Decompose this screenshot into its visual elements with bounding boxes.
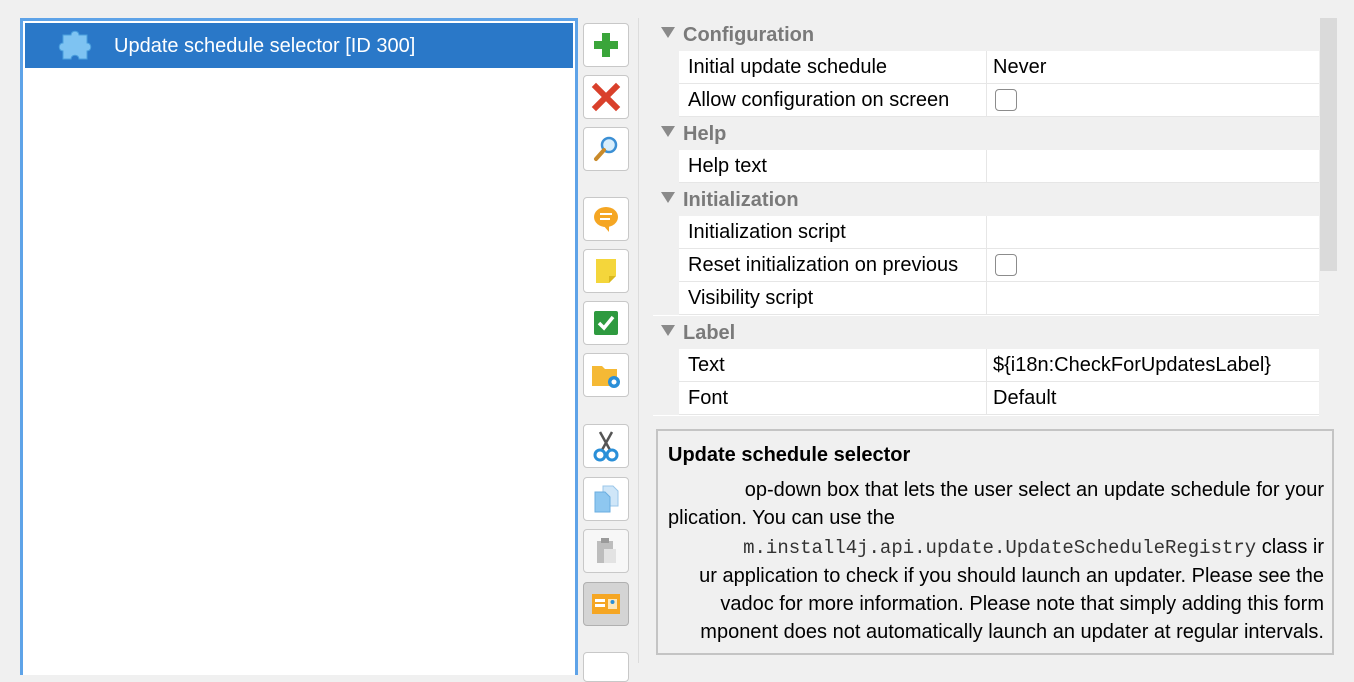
property-name: Font: [688, 387, 729, 409]
property-value-cell[interactable]: [987, 216, 1319, 249]
property-name: Visibility script: [688, 287, 814, 309]
property-name: Allow configuration on screen: [688, 89, 950, 111]
copy-icon: [594, 485, 619, 513]
property-value: Default: [993, 387, 1057, 409]
property-value-cell[interactable]: Default: [987, 382, 1319, 415]
scrollbar-thumb[interactable]: [1320, 18, 1337, 271]
property-value-cell[interactable]: Never: [987, 51, 1319, 84]
add-button[interactable]: [583, 23, 629, 67]
description-line: op-down box that lets the user select an…: [744, 479, 1324, 501]
toolbar-button-more[interactable]: [583, 652, 629, 682]
category-label: Help: [683, 123, 727, 145]
speech-bubble-icon: [594, 207, 618, 232]
category-label: Initialization: [683, 189, 799, 211]
check-button[interactable]: [583, 301, 629, 345]
category-help[interactable]: Help: [653, 117, 1319, 150]
screen-list[interactable]: Update schedule selector [ID 300]: [20, 18, 578, 675]
property-name: Reset initialization on previous: [688, 254, 959, 276]
property-row-font[interactable]: Font Default: [653, 382, 1319, 415]
description-pane: Update schedule selector op-down box tha…: [656, 429, 1334, 655]
search-button[interactable]: [583, 127, 629, 171]
property-name: Help text: [688, 155, 767, 177]
list-item-update-schedule-selector[interactable]: Update schedule selector [ID 300]: [25, 23, 573, 68]
collapse-triangle-icon[interactable]: [661, 192, 675, 203]
puzzle-piece-icon: [58, 30, 92, 60]
property-table: Configuration Initial update schedule Ne…: [653, 18, 1319, 416]
description-code: m.install4j.api.update.UpdateScheduleReg…: [743, 537, 1257, 559]
clipboard-icon: [597, 538, 616, 563]
property-row-visibility-script[interactable]: Visibility script: [653, 282, 1319, 315]
description-line: vadoc for more information. Please note …: [720, 593, 1324, 615]
allow-configuration-checkbox[interactable]: [995, 89, 1017, 111]
panel-divider: [638, 18, 639, 663]
copy-button[interactable]: [583, 477, 629, 521]
comment-button[interactable]: [583, 197, 629, 241]
description-text: class ir: [1256, 536, 1324, 558]
property-table-scrollbar[interactable]: [1320, 18, 1337, 416]
note-button[interactable]: [583, 249, 629, 293]
form-preview-icon: [592, 594, 620, 614]
folder-gear-icon: [592, 366, 620, 388]
description-line: mponent does not automatically launch an…: [700, 621, 1324, 643]
category-label-section[interactable]: Label: [653, 316, 1319, 349]
description-line: plication. You can use the: [668, 507, 895, 529]
category-label: Configuration: [683, 24, 815, 46]
magnifier-icon: [594, 136, 618, 161]
property-name: Initial update schedule: [688, 56, 888, 78]
property-name: Initialization script: [688, 221, 846, 243]
list-item-label: Update schedule selector [ID 300]: [114, 35, 416, 57]
description-line: m.install4j.api.update.UpdateScheduleReg…: [743, 536, 1324, 559]
property-name: Text: [688, 354, 725, 376]
scissors-icon: [593, 431, 619, 462]
category-configuration[interactable]: Configuration: [653, 18, 1319, 51]
x-icon: [591, 82, 621, 112]
screen-button[interactable]: [583, 582, 629, 626]
description-line: ur application to check if you should la…: [699, 565, 1324, 587]
paste-button[interactable]: [583, 529, 629, 573]
property-value: ${i18n:CheckForUpdatesLabel}: [993, 354, 1271, 376]
collapse-triangle-icon[interactable]: [661, 325, 675, 336]
reset-initialization-checkbox[interactable]: [995, 254, 1017, 276]
toolbar: [583, 0, 631, 682]
folder-button[interactable]: [583, 353, 629, 397]
property-value-cell[interactable]: [987, 150, 1319, 183]
collapse-triangle-icon[interactable]: [661, 27, 675, 38]
sticky-note-icon: [596, 259, 616, 283]
collapse-triangle-icon[interactable]: [661, 126, 675, 137]
property-value-cell[interactable]: ${i18n:CheckForUpdatesLabel}: [987, 349, 1319, 382]
category-label: Label: [683, 322, 736, 344]
cut-button[interactable]: [583, 424, 629, 468]
checkmark-icon: [594, 311, 618, 335]
property-value-cell[interactable]: [987, 282, 1319, 315]
property-row-allow-configuration[interactable]: Allow configuration on screen: [653, 84, 1319, 117]
property-row-reset-initialization[interactable]: Reset initialization on previous: [653, 249, 1319, 282]
plus-icon: [594, 33, 618, 57]
property-row-help-text[interactable]: Help text: [653, 150, 1319, 183]
property-row-text[interactable]: Text ${i18n:CheckForUpdatesLabel}: [653, 349, 1319, 382]
delete-button[interactable]: [583, 75, 629, 119]
description-title: Update schedule selector: [668, 444, 911, 466]
property-row-initialization-script[interactable]: Initialization script: [653, 216, 1319, 249]
category-initialization[interactable]: Initialization: [653, 183, 1319, 216]
property-row-initial-update-schedule[interactable]: Initial update schedule Never: [653, 51, 1319, 84]
property-value: Never: [993, 56, 1047, 78]
